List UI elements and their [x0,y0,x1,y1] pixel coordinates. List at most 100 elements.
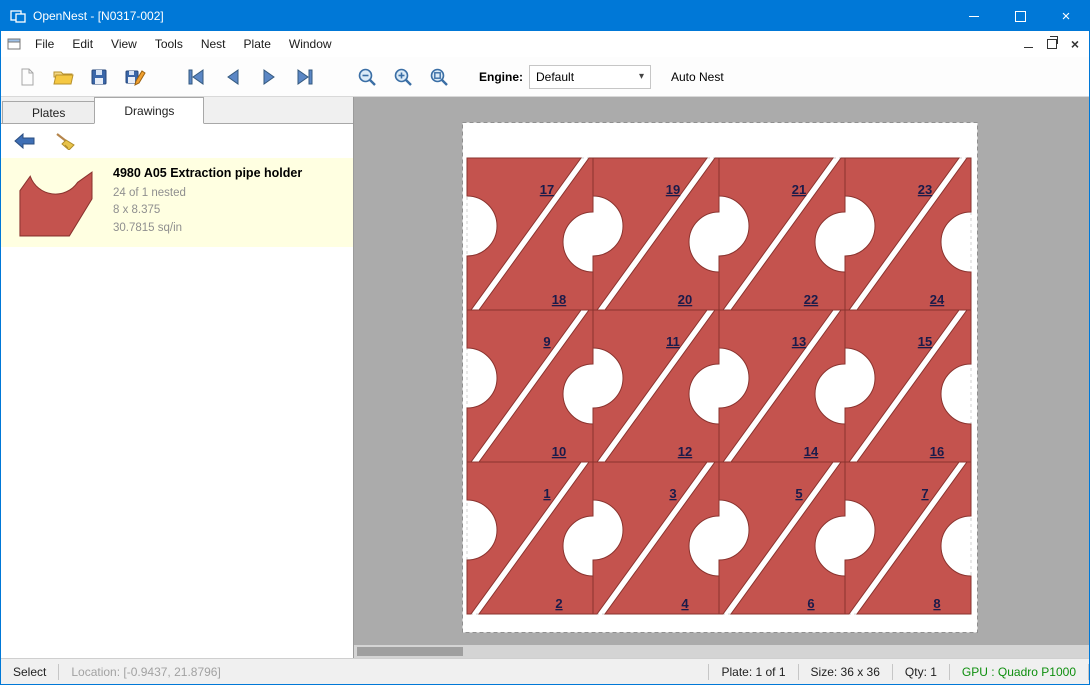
status-plate: Plate: 1 of 1 [709,665,797,679]
menu-tools[interactable]: Tools [146,32,192,56]
broom-icon [54,132,76,150]
tab-drawings[interactable]: Drawings [94,97,204,124]
status-qty: Qty: 1 [893,665,949,679]
save-edit-button[interactable] [117,61,153,93]
menu-window[interactable]: Window [280,32,341,56]
part-number: 8 [933,596,940,611]
first-plate-button[interactable] [179,61,215,93]
first-arrow-icon [187,69,207,85]
menu-edit[interactable]: Edit [63,32,102,56]
drawings-toolbar [1,124,353,158]
save-edit-icon [124,67,146,87]
status-mode: Select [1,665,58,679]
left-panel: Plates Drawings 4980 A05 Extraction pipe… [1,97,354,658]
horizontal-scrollbar-thumb[interactable] [357,647,463,656]
previous-arrow-icon [224,69,242,85]
part-number: 7 [921,486,928,501]
main-area: Plates Drawings 4980 A05 Extraction pipe… [1,97,1089,658]
menu-view[interactable]: View [102,32,146,56]
zoom-out-button[interactable] [349,61,385,93]
status-separator [1088,664,1089,680]
part-number: 15 [918,334,932,349]
save-button[interactable] [81,61,117,93]
part-number: 12 [678,444,692,459]
status-bar: Select Location: [-0.9437, 21.8796] Plat… [1,658,1089,684]
engine-value: Default [536,70,574,84]
minimize-button[interactable] [951,1,997,31]
part-number: 13 [792,334,806,349]
window-controls: × [951,1,1089,31]
drawings-list-empty-area [1,247,353,658]
new-button[interactable] [9,61,45,93]
drawing-title: 4980 A05 Extraction pipe holder [113,166,302,180]
part-number: 23 [918,182,932,197]
mdi-minimize-button[interactable] [1024,41,1033,48]
app-window: OpenNest - [N0317-002] × File Edit View … [0,0,1090,685]
left-arrow-icon [14,133,36,149]
last-arrow-icon [295,69,315,85]
maximize-icon [1015,11,1026,22]
horizontal-scrollbar[interactable] [354,645,1089,658]
auto-nest-button[interactable]: Auto Nest [671,70,724,84]
part-number: 24 [930,292,945,307]
part-number: 3 [669,486,676,501]
mdi-restore-button[interactable] [1047,39,1057,49]
part-number: 6 [807,596,814,611]
menu-bar: File Edit View Tools Nest Plate Window × [1,31,1089,57]
drawing-thumbnail [9,165,105,238]
menu-plate[interactable]: Plate [235,32,280,56]
drawing-size: 8 x 8.375 [113,202,302,219]
engine-select[interactable]: Default ▾ [529,65,651,89]
clean-button[interactable] [49,126,81,156]
status-location: Location: [-0.9437, 21.8796] [59,665,232,679]
app-icon [10,8,26,24]
save-icon [89,67,109,87]
zoom-in-icon [393,67,413,87]
part-number: 11 [666,334,680,349]
zoom-out-icon [357,67,377,87]
tab-plates[interactable]: Plates [2,101,95,123]
zoom-fit-icon [429,67,449,87]
title-bar: OpenNest - [N0317-002] × [1,1,1089,31]
engine-label: Engine: [479,70,523,84]
menu-file[interactable]: File [26,32,63,56]
maximize-button[interactable] [997,1,1043,31]
part-number: 1 [543,486,550,501]
status-size: Size: 36 x 36 [799,665,892,679]
main-toolbar: Engine: Default ▾ Auto Nest [1,57,1089,97]
part-number: 22 [804,292,818,307]
mdi-close-button[interactable]: × [1071,37,1079,51]
part-number: 21 [792,182,806,197]
mdi-restore-icon [1047,39,1057,49]
mdi-minimize-icon [1024,47,1033,48]
drawing-info: 4980 A05 Extraction pipe holder 24 of 1 … [105,165,302,238]
status-gpu: GPU : Quadro P1000 [950,665,1088,679]
next-arrow-icon [260,69,278,85]
next-plate-button[interactable] [251,61,287,93]
document-icon[interactable] [7,37,22,51]
move-drawing-button[interactable] [9,126,41,156]
part-number: 16 [930,444,944,459]
menu-nest[interactable]: Nest [192,32,235,56]
part-number: 2 [555,596,562,611]
part-number: 20 [678,292,692,307]
plate[interactable]: 171819202122232491011121314151612345678 [462,122,978,633]
drawing-list-item[interactable]: 4980 A05 Extraction pipe holder 24 of 1 … [1,158,353,247]
part-number: 4 [681,596,689,611]
close-icon: × [1062,9,1071,24]
plate-canvas[interactable]: 171819202122232491011121314151612345678 [462,122,978,633]
new-document-icon [17,67,37,87]
open-button[interactable] [45,61,81,93]
drawing-area: 30.7815 sq/in [113,220,302,237]
part-number: 17 [540,182,554,197]
part-number: 14 [804,444,819,459]
last-plate-button[interactable] [287,61,323,93]
previous-plate-button[interactable] [215,61,251,93]
zoom-fit-button[interactable] [421,61,457,93]
nesting-canvas[interactable]: 171819202122232491011121314151612345678 [354,97,1089,658]
part-number: 18 [552,292,566,307]
open-folder-icon [52,67,74,87]
zoom-in-button[interactable] [385,61,421,93]
close-button[interactable]: × [1043,1,1089,31]
part-number: 10 [552,444,566,459]
